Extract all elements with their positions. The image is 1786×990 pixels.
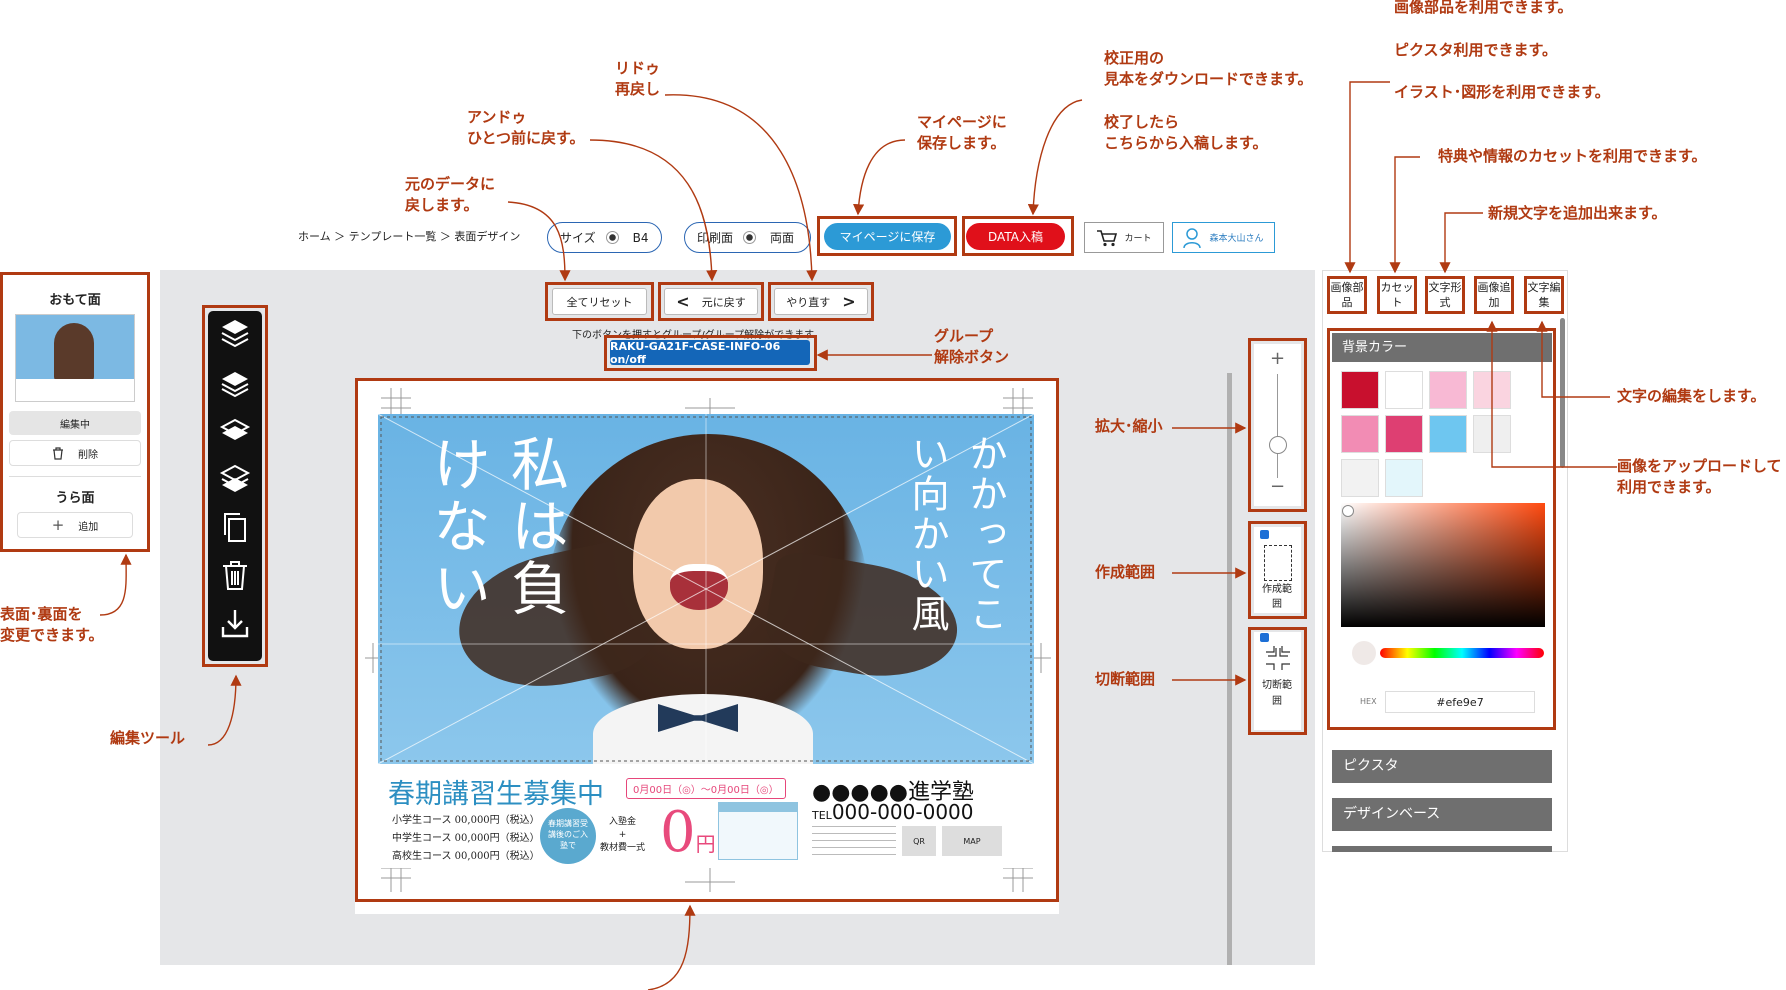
note-new-text: 新規文字を追加出来ます。	[1488, 204, 1667, 222]
note-redo: リドゥ 再戻し	[615, 58, 660, 100]
note-image-upload: 画像をアップロードして 利用できます。	[1617, 456, 1782, 498]
note-line: 戻します。	[405, 196, 479, 214]
note-line: アンドゥ	[467, 108, 527, 126]
note-line: 表面･裏面を	[0, 605, 83, 623]
note-line: ひとつ前に戻す。	[467, 129, 585, 147]
note-cut-area: 切断範囲	[1095, 670, 1156, 688]
note-group: グループ 解除ボタン	[934, 326, 1009, 368]
note-save: マイページに 保存します。	[917, 112, 1007, 154]
note-side-switch: 表面･裏面を変更できます。	[0, 604, 104, 646]
note-line: 見本をダウンロードできます。	[1104, 70, 1313, 88]
note-create-area: 作成範囲	[1095, 563, 1156, 581]
note-line: 変更できます。	[0, 626, 104, 644]
note-line: 校了したら	[1104, 113, 1180, 131]
note-proof: 校正用の見本をダウンロードできます。	[1104, 48, 1313, 90]
note-line: リドゥ	[615, 59, 661, 77]
note-line: 元のデータに	[405, 175, 496, 193]
note-line: 利用できます。	[1617, 478, 1721, 496]
note-line: こちらから入稿します。	[1104, 134, 1268, 152]
note-reset: 元のデータに 戻します。	[405, 174, 495, 216]
note-line: 再戻し	[615, 80, 661, 98]
note-line: 保存します。	[917, 134, 1006, 152]
note-line: グループ	[934, 327, 994, 345]
note-line: 解除ボタン	[934, 348, 1010, 366]
note-line: 画像をアップロードして	[1617, 457, 1782, 475]
note-line: マイページに	[917, 113, 1007, 131]
note-line: 校正用の	[1104, 49, 1165, 67]
note-image-parts: 画像部品を利用できます。	[1394, 0, 1573, 16]
note-edit-tools: 編集ツール	[110, 729, 186, 747]
note-illust: イラスト･図形を利用できます。	[1394, 83, 1610, 101]
note-cassette: 特典や情報のカセットを利用できます。	[1438, 147, 1707, 165]
note-submit: 校了したらこちらから入稿します。	[1104, 112, 1268, 154]
note-pixta: ピクスタ利用できます。	[1394, 41, 1558, 59]
note-zoom: 拡大･縮小	[1095, 417, 1163, 435]
note-undo: アンドゥひとつ前に戻す。	[467, 107, 584, 149]
note-text-edit: 文字の編集をします。	[1617, 387, 1766, 405]
